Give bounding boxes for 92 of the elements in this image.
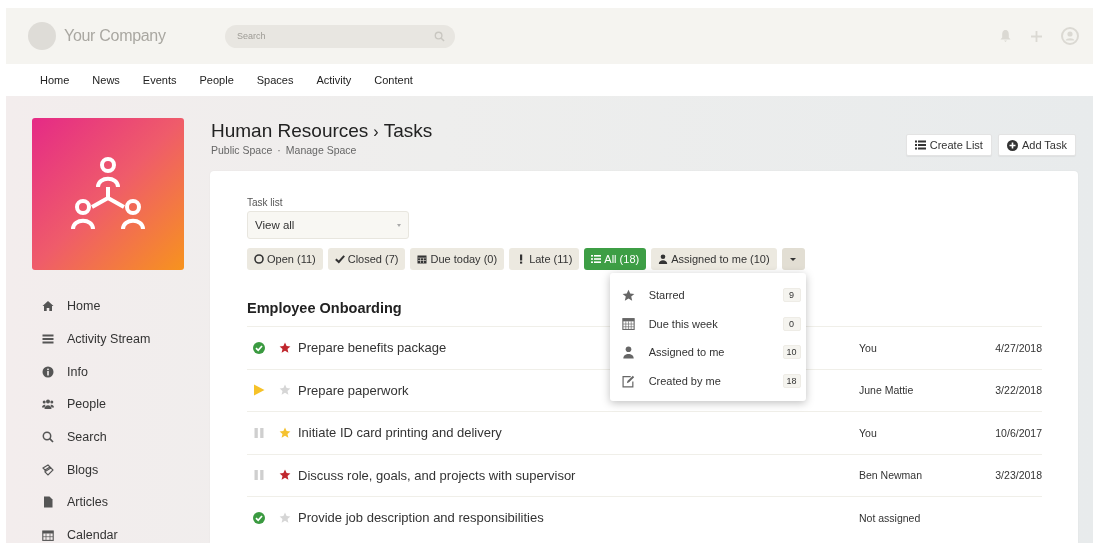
- assignee: Ben Newman: [859, 469, 924, 482]
- plus-icon[interactable]: [1030, 29, 1043, 43]
- dropdown-toggle[interactable]: [781, 248, 805, 270]
- user-icon: [658, 254, 669, 264]
- nav-link[interactable]: Events: [136, 74, 183, 86]
- bell-icon[interactable]: [999, 29, 1012, 43]
- circle-icon: [254, 254, 264, 264]
- search-input[interactable]: Search: [237, 31, 434, 41]
- star-icon[interactable]: [279, 426, 291, 439]
- info-icon: [42, 365, 54, 378]
- count-badge: 0: [782, 316, 801, 331]
- sidebar-item[interactable]: Home: [6, 290, 210, 323]
- user-icon: [621, 346, 635, 359]
- nav-link[interactable]: News: [86, 74, 126, 86]
- menu-item[interactable]: Created by me 18: [609, 366, 806, 396]
- menu-item[interactable]: Due this week 0: [609, 309, 806, 339]
- pause-icon[interactable]: [253, 426, 265, 439]
- task-title[interactable]: Provide job description and responsibilities: [298, 510, 544, 526]
- separator: ·: [277, 144, 281, 156]
- calendar-icon: [417, 254, 428, 264]
- star-icon[interactable]: [279, 384, 291, 397]
- sidebar-item[interactable]: Activity Stream: [6, 322, 210, 356]
- nav-link[interactable]: Activity: [310, 74, 358, 86]
- field-label: Task list: [247, 197, 284, 208]
- check-icon: [334, 254, 345, 264]
- task-title[interactable]: Discuss role, goals, and projects with supervisor: [298, 467, 576, 483]
- calendar-icon: [621, 317, 635, 331]
- create-list-button[interactable]: Create List: [905, 134, 992, 156]
- add-task-button[interactable]: Add Task: [997, 134, 1076, 156]
- count-badge: 18: [782, 374, 801, 389]
- task-title[interactable]: Prepare benefits package: [298, 340, 447, 356]
- breadcrumb-item[interactable]: Human Resources: [211, 120, 369, 142]
- search-icon: [42, 431, 54, 444]
- list-icon: [591, 254, 602, 264]
- due-date: 4/27/2018: [994, 341, 1042, 354]
- blogs-icon: [42, 463, 54, 476]
- filter-button[interactable]: Assigned to me (10): [651, 248, 777, 270]
- menu-item[interactable]: Assigned to me 10: [609, 338, 806, 367]
- space-link[interactable]: Public Space: [211, 144, 273, 156]
- check-circle-icon[interactable]: [253, 341, 265, 354]
- file-icon: [42, 496, 54, 509]
- filter-button[interactable]: Closed (7): [327, 248, 406, 270]
- team-icon: [70, 156, 146, 232]
- calendar-icon: [42, 529, 54, 542]
- star-icon[interactable]: [279, 511, 291, 524]
- assignee: You: [859, 426, 878, 439]
- sidebar-item[interactable]: Calendar: [6, 518, 210, 543]
- plus-circle-icon: [1006, 139, 1018, 151]
- space-link[interactable]: Manage Space: [285, 144, 357, 156]
- breadcrumb-item: Tasks: [383, 120, 433, 142]
- task-list-select[interactable]: View all: [247, 211, 409, 239]
- star-icon[interactable]: [279, 469, 291, 482]
- nav-link[interactable]: Home: [34, 74, 76, 86]
- user-avatar-icon[interactable]: [1061, 27, 1079, 45]
- company-name: Your Company: [64, 27, 166, 45]
- sidebar-item[interactable]: Info: [6, 355, 210, 389]
- people-icon: [42, 398, 54, 411]
- count-badge: 9: [782, 288, 801, 303]
- task-title[interactable]: Initiate ID card printing and delivery: [298, 425, 502, 441]
- list-icon: [914, 140, 926, 150]
- count-badge: 10: [782, 345, 801, 360]
- nav-link[interactable]: People: [193, 74, 240, 86]
- play-icon[interactable]: [253, 384, 265, 397]
- task-title[interactable]: Prepare paperwork: [298, 382, 409, 398]
- due-date: 10/6/2017: [994, 426, 1042, 439]
- sidebar-item[interactable]: Articles: [6, 486, 210, 519]
- filter-button[interactable]: Due today (0): [410, 248, 505, 270]
- logo-icon: [28, 22, 56, 50]
- assignee: June Mattie: [859, 384, 915, 397]
- assignee: You: [859, 341, 878, 354]
- menu-item[interactable]: Starred 9: [609, 281, 806, 310]
- nav-link[interactable]: Content: [368, 74, 419, 86]
- list-icon: [42, 333, 54, 346]
- sidebar-item[interactable]: Blogs: [6, 453, 210, 487]
- nav-link[interactable]: Spaces: [250, 74, 300, 86]
- star-icon[interactable]: [279, 341, 291, 354]
- search-field[interactable]: Search: [225, 24, 455, 48]
- due-date: 3/22/2018: [994, 384, 1042, 397]
- pause-icon[interactable]: [253, 469, 265, 482]
- breadcrumb-separator: ›: [373, 123, 379, 141]
- star-icon: [621, 288, 635, 302]
- home-icon: [42, 300, 54, 313]
- filter-button[interactable]: Late (11): [509, 248, 580, 270]
- edit-icon: [621, 374, 635, 388]
- check-circle-icon[interactable]: [253, 511, 265, 524]
- assignee: Not assigned: [859, 511, 922, 524]
- due-date: 3/23/2018: [994, 469, 1042, 482]
- group-heading: Employee Onboarding: [247, 300, 403, 316]
- search-icon: [434, 30, 445, 42]
- sidebar-item[interactable]: Search: [6, 420, 210, 454]
- sidebar-item[interactable]: People: [6, 388, 210, 421]
- filter-button[interactable]: Open (11): [247, 248, 323, 270]
